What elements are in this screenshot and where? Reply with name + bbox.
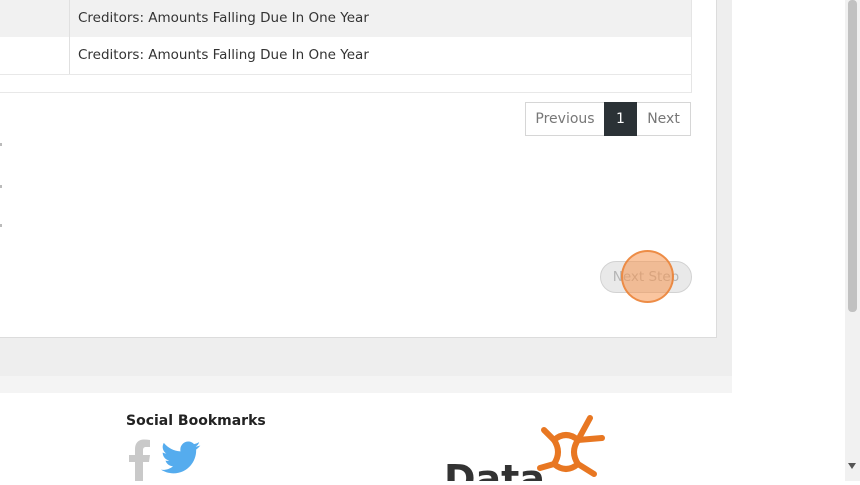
divider [0, 224, 2, 227]
data-table: Creditors: Amounts Falling Due In One Ye… [0, 0, 692, 93]
pagination: Previous 1 Next [525, 102, 691, 136]
next-page-button[interactable]: Next [637, 102, 691, 136]
vertical-scrollbar[interactable] [845, 0, 860, 481]
chevron-down-icon[interactable] [848, 463, 856, 469]
footer [0, 393, 732, 481]
table-cell-blank [0, 37, 70, 74]
table-cell-blank [0, 0, 70, 37]
page-1-button[interactable]: 1 [604, 102, 637, 136]
logo-text: Data [444, 457, 545, 481]
social-bookmarks-title: Social Bookmarks [126, 413, 266, 429]
footer-divider [0, 376, 732, 393]
data-logo[interactable]: Data [444, 412, 614, 485]
content-card: Creditors: Amounts Falling Due In One Ye… [0, 0, 717, 338]
table-cell-description: Creditors: Amounts Falling Due In One Ye… [78, 47, 369, 63]
scrollbar-thumb[interactable] [848, 0, 857, 312]
table-row[interactable]: Creditors: Amounts Falling Due In One Ye… [0, 37, 692, 75]
twitter-icon[interactable] [161, 441, 201, 479]
table-footer-space [0, 75, 692, 93]
click-indicator [621, 250, 674, 303]
table-row[interactable]: Creditors: Amounts Falling Due In One Ye… [0, 0, 692, 37]
previous-page-button[interactable]: Previous [525, 102, 604, 136]
divider [0, 185, 2, 188]
divider [0, 143, 2, 146]
table-cell-description: Creditors: Amounts Falling Due In One Ye… [78, 10, 369, 26]
facebook-icon[interactable] [128, 437, 152, 485]
